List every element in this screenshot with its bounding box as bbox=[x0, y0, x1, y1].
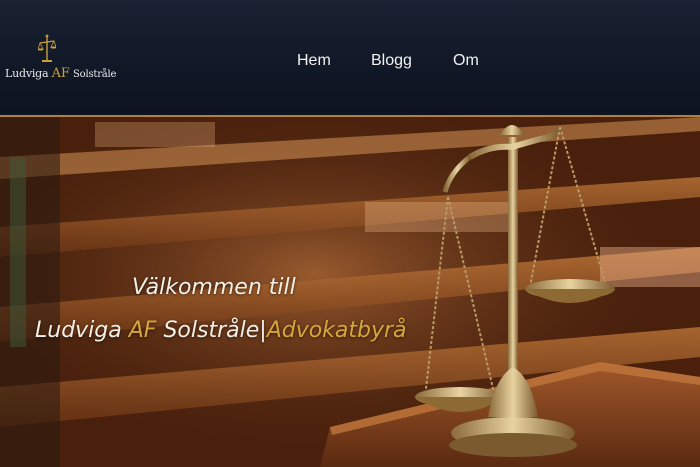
hero-background-image bbox=[0, 117, 700, 467]
hero-suffix: Advokatbyrå bbox=[266, 318, 407, 343]
main-nav: Hem Blogg Om bbox=[0, 52, 700, 72]
site-header: Ludviga AF Solstråle Hem Blogg Om bbox=[0, 0, 700, 117]
hero-name: Ludviga bbox=[35, 318, 122, 343]
hero-surname: Solstråle| bbox=[163, 318, 267, 343]
nav-item-blogg[interactable]: Blogg bbox=[371, 52, 412, 70]
hero-name-af: AF bbox=[128, 318, 157, 343]
hero-banner: Välkommen till Ludviga AF Solstråle|Advo… bbox=[0, 117, 700, 467]
nav-item-om[interactable]: Om bbox=[453, 52, 479, 70]
hero-firm-name: Ludviga AF Solstråle|Advokatbyrå bbox=[35, 318, 407, 343]
nav-item-hem[interactable]: Hem bbox=[297, 52, 331, 70]
hero-welcome-text: Välkommen till bbox=[132, 275, 296, 300]
